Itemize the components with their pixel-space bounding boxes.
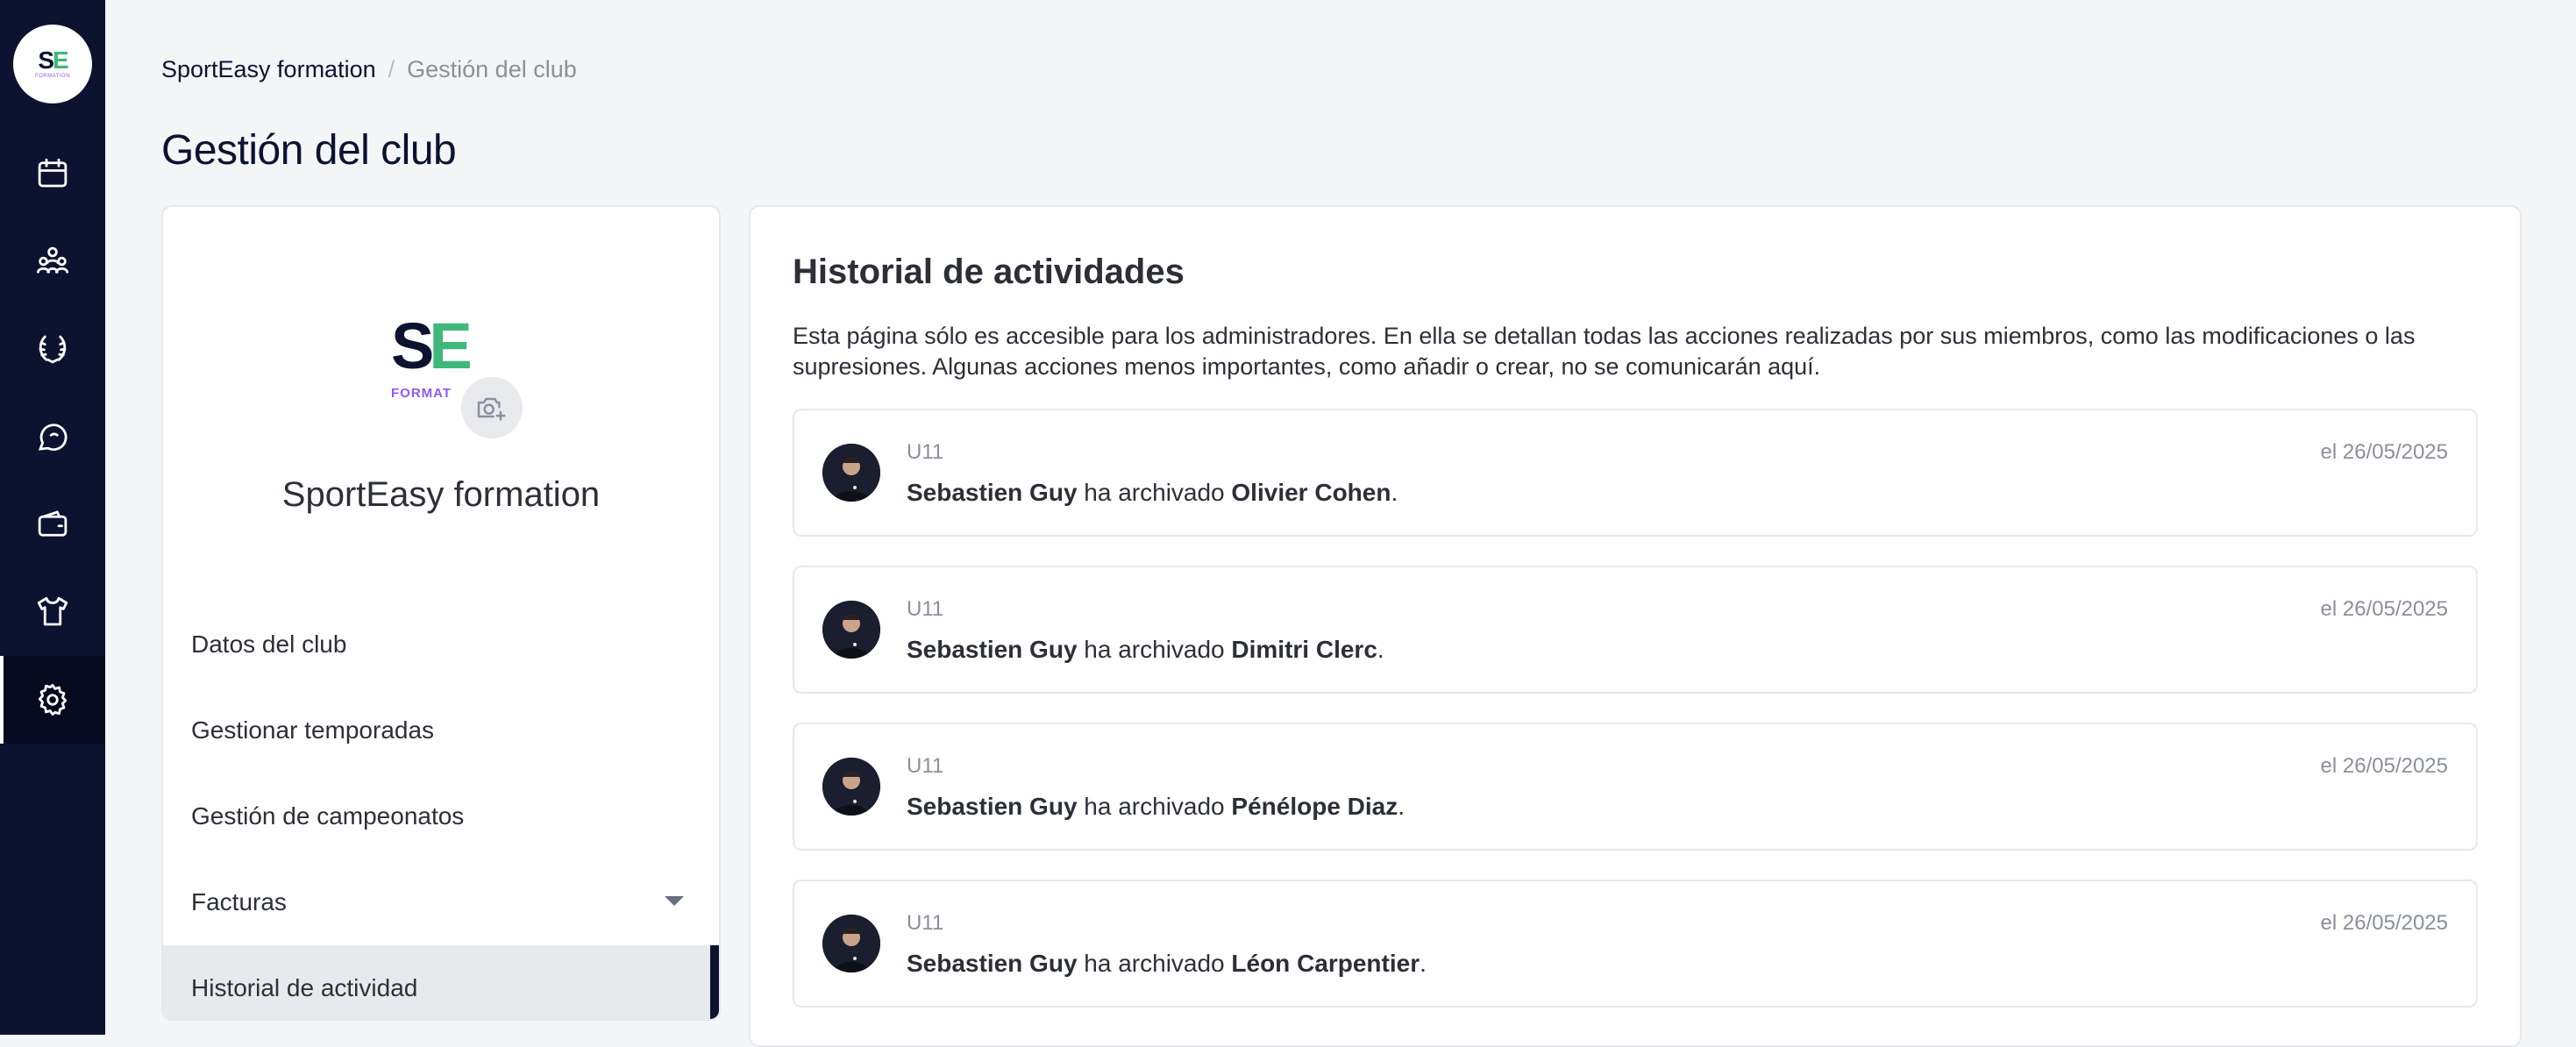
avatar[interactable] bbox=[822, 444, 880, 502]
user-photo-icon bbox=[822, 444, 880, 502]
app-logo-subtitle: FORMATION bbox=[34, 74, 71, 79]
sidebar-item-equipment[interactable] bbox=[0, 568, 105, 656]
shirt-icon bbox=[37, 596, 68, 626]
activity-item: U11 el 26/05/2025 Sebastien Guy ha archi… bbox=[793, 880, 2478, 1008]
menu-item-label: Datos del club bbox=[191, 630, 347, 658]
activity-text: Sebastien Guy ha archivado Olivier Cohen… bbox=[907, 479, 1398, 506]
activity-date: el 26/05/2025 bbox=[2320, 911, 2448, 935]
sidebar-item-finance[interactable] bbox=[0, 481, 105, 568]
menu-item-label: Gestión de campeonatos bbox=[191, 802, 465, 830]
activity-actor: Sebastien Guy bbox=[907, 793, 1078, 820]
club-name: SportEasy formation bbox=[281, 475, 601, 514]
activity-date: el 26/05/2025 bbox=[2320, 754, 2448, 778]
menu-item-seasons[interactable]: Gestionar temporadas bbox=[163, 687, 719, 773]
avatar[interactable] bbox=[822, 758, 880, 816]
wallet-icon bbox=[38, 510, 68, 537]
sidebar-item-calendar[interactable] bbox=[0, 130, 105, 217]
gear-icon bbox=[38, 683, 68, 716]
activity-team: U11 bbox=[907, 754, 944, 778]
avatar[interactable] bbox=[822, 601, 880, 659]
avatar[interactable] bbox=[822, 915, 880, 972]
team-icon bbox=[36, 246, 69, 274]
activity-team: U11 bbox=[907, 597, 944, 621]
breadcrumb: SportEasy formation / Gestión del club bbox=[161, 56, 577, 83]
club-card: SE FORMAT SportEasy formation Datos del … bbox=[161, 205, 721, 1021]
chat-icon bbox=[38, 424, 68, 452]
activity-team: U11 bbox=[907, 911, 944, 935]
activity-actor: Sebastien Guy bbox=[907, 950, 1078, 977]
menu-item-label: Historial de actividad bbox=[191, 974, 418, 1001]
activity-item: U11 el 26/05/2025 Sebastien Guy ha archi… bbox=[793, 723, 2478, 851]
activity-team: U11 bbox=[907, 440, 944, 464]
activity-item: U11 el 26/05/2025 Sebastien Guy ha archi… bbox=[793, 566, 2478, 694]
breadcrumb-root-link[interactable]: SportEasy formation bbox=[161, 56, 376, 83]
user-photo-icon bbox=[822, 915, 880, 972]
menu-item-club-data[interactable]: Datos del club bbox=[163, 602, 719, 687]
activity-actor: Sebastien Guy bbox=[907, 479, 1078, 506]
activity-text: Sebastien Guy ha archivado Dimitri Clerc… bbox=[907, 636, 1384, 663]
chevron-down-icon bbox=[665, 896, 684, 906]
menu-item-label: Gestionar temporadas bbox=[191, 716, 435, 744]
sidebar-item-competitions[interactable] bbox=[0, 305, 105, 393]
app-logo[interactable]: SE FORMATION bbox=[13, 25, 92, 103]
activity-history-panel: Historial de actividades Esta página sól… bbox=[749, 205, 2522, 1047]
laurel-icon bbox=[39, 335, 67, 364]
activity-date: el 26/05/2025 bbox=[2320, 440, 2448, 464]
activity-text: Sebastien Guy ha archivado Léon Carpenti… bbox=[907, 950, 1427, 977]
activity-target: Olivier Cohen bbox=[1231, 479, 1391, 506]
activity-date: el 26/05/2025 bbox=[2320, 597, 2448, 621]
sidebar-item-messages[interactable] bbox=[0, 393, 105, 481]
menu-item-invoices[interactable]: Facturas bbox=[163, 859, 719, 945]
change-logo-button[interactable] bbox=[461, 377, 523, 438]
activity-actor: Sebastien Guy bbox=[907, 636, 1078, 663]
sidebar-item-settings[interactable] bbox=[0, 656, 105, 744]
sidebar-rail: SE FORMATION bbox=[0, 0, 105, 1035]
activity-target: Pénélope Diaz bbox=[1231, 793, 1398, 820]
breadcrumb-separator: / bbox=[388, 56, 395, 82]
menu-item-championships[interactable]: Gestión de campeonatos bbox=[163, 773, 719, 859]
club-menu: Datos del club Gestionar temporadas Gest… bbox=[163, 602, 719, 1019]
panel-description: Esta página sólo es accesible para los a… bbox=[793, 323, 2416, 380]
sidebar-item-team[interactable] bbox=[0, 217, 105, 305]
menu-item-label: Facturas bbox=[191, 888, 287, 915]
camera-add-icon bbox=[477, 397, 506, 421]
activity-target: Dimitri Clerc bbox=[1231, 636, 1377, 663]
activity-target: Léon Carpentier bbox=[1231, 950, 1420, 977]
breadcrumb-current: Gestión del club bbox=[407, 56, 577, 82]
activity-item: U11 el 26/05/2025 Sebastien Guy ha archi… bbox=[793, 409, 2478, 537]
menu-item-activity-history[interactable]: Historial de actividad bbox=[163, 945, 719, 1019]
user-photo-icon bbox=[822, 601, 880, 659]
user-photo-icon bbox=[822, 758, 880, 816]
panel-title: Historial de actividades bbox=[793, 253, 1185, 291]
calendar-icon bbox=[38, 158, 68, 188]
activity-text: Sebastien Guy ha archivado Pénélope Diaz… bbox=[907, 793, 1405, 820]
page-title: Gestión del club bbox=[161, 127, 457, 174]
